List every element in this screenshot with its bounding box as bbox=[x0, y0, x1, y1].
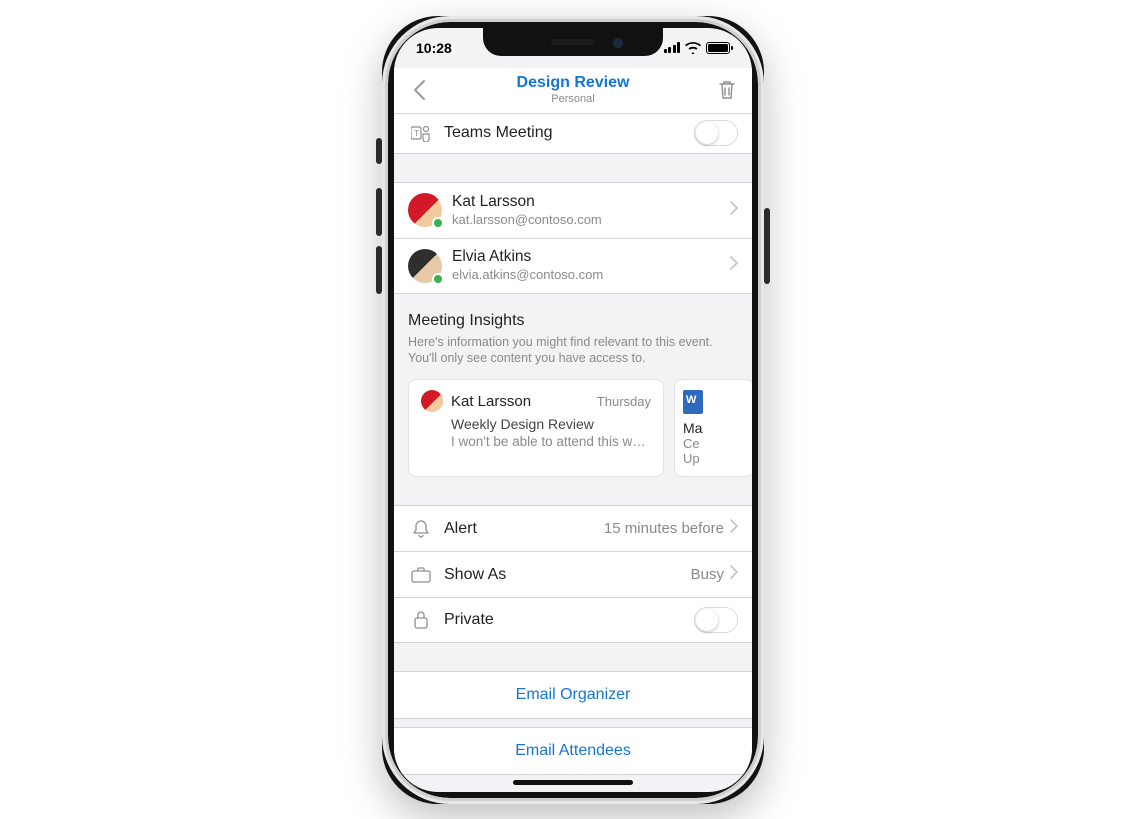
insight-document-card[interactable]: Ma Ce Up bbox=[674, 379, 752, 477]
power-button bbox=[764, 208, 770, 284]
attendee-email: kat.larsson@contoso.com bbox=[452, 212, 602, 228]
alert-row[interactable]: Alert 15 minutes before bbox=[394, 505, 752, 551]
header-title-block: Design Review Personal bbox=[517, 74, 630, 105]
insight-email-card[interactable]: Kat Larsson Thursday Weekly Design Revie… bbox=[408, 379, 664, 477]
avatar bbox=[408, 193, 442, 227]
teams-meeting-row: T Teams Meeting bbox=[394, 114, 752, 154]
chevron-right-icon bbox=[730, 256, 738, 275]
wifi-icon bbox=[685, 42, 701, 54]
attendee-row[interactable]: Kat Larsson kat.larsson@contoso.com bbox=[394, 182, 752, 238]
insights-section-header: Meeting Insights Here's information you … bbox=[394, 294, 752, 376]
content-scroll[interactable]: T Teams Meeting Kat Larsson kat.larsson@… bbox=[394, 114, 752, 792]
insight-preview: I won't be able to attend this w… bbox=[451, 434, 651, 449]
insights-cards[interactable]: Kat Larsson Thursday Weekly Design Revie… bbox=[394, 375, 752, 495]
insight-sender: Kat Larsson bbox=[451, 393, 589, 410]
presence-available-icon bbox=[432, 217, 444, 229]
svg-text:T: T bbox=[414, 129, 419, 138]
page-subtitle: Personal bbox=[517, 93, 630, 106]
insight-day: Thursday bbox=[597, 394, 651, 409]
email-organizer-button[interactable]: Email Organizer bbox=[394, 671, 752, 719]
insights-heading: Meeting Insights bbox=[408, 312, 738, 330]
briefcase-icon bbox=[408, 567, 434, 583]
spacer bbox=[394, 154, 752, 182]
avatar bbox=[421, 390, 443, 412]
spacer bbox=[394, 643, 752, 671]
insight-doc-line: Ce bbox=[683, 436, 745, 451]
show-as-row[interactable]: Show As Busy bbox=[394, 551, 752, 597]
volume-up-button bbox=[376, 188, 382, 236]
private-toggle[interactable] bbox=[694, 607, 738, 633]
lock-icon bbox=[408, 610, 434, 630]
mute-switch bbox=[376, 138, 382, 164]
insight-doc-title: Ma bbox=[683, 420, 745, 436]
word-document-icon bbox=[683, 390, 703, 414]
nav-header: Design Review Personal bbox=[394, 68, 752, 114]
show-as-label: Show As bbox=[444, 566, 506, 584]
insights-subheading: Here's information you might find releva… bbox=[408, 334, 738, 368]
insight-doc-line: Up bbox=[683, 451, 745, 466]
page-title: Design Review bbox=[517, 74, 630, 92]
teams-icon: T bbox=[408, 124, 434, 142]
chevron-left-icon bbox=[412, 79, 426, 101]
phone-device-frame: 10:28 Design Review Personal bbox=[382, 16, 764, 804]
teams-meeting-toggle[interactable] bbox=[694, 120, 738, 146]
delete-button[interactable] bbox=[710, 68, 744, 113]
teams-meeting-label: Teams Meeting bbox=[444, 124, 553, 142]
attendee-name: Elvia Atkins bbox=[452, 248, 603, 267]
insight-subject: Weekly Design Review bbox=[451, 416, 651, 432]
private-label: Private bbox=[444, 611, 494, 629]
attendee-row[interactable]: Elvia Atkins elvia.atkins@contoso.com bbox=[394, 238, 752, 294]
bell-icon bbox=[408, 519, 434, 539]
presence-available-icon bbox=[432, 273, 444, 285]
email-attendees-label: Email Attendees bbox=[515, 742, 631, 760]
home-indicator[interactable] bbox=[513, 780, 633, 785]
attendee-name: Kat Larsson bbox=[452, 193, 602, 212]
alert-value: 15 minutes before bbox=[604, 520, 724, 537]
chevron-right-icon bbox=[730, 519, 738, 538]
attendee-email: elvia.atkins@contoso.com bbox=[452, 267, 603, 283]
cellular-icon bbox=[664, 42, 681, 53]
notch bbox=[483, 28, 663, 56]
phone-screen: 10:28 Design Review Personal bbox=[394, 28, 752, 792]
private-row: Private bbox=[394, 597, 752, 643]
status-time: 10:28 bbox=[416, 40, 452, 56]
chevron-right-icon bbox=[730, 201, 738, 220]
spacer bbox=[394, 495, 752, 505]
back-button[interactable] bbox=[402, 68, 436, 113]
show-as-value: Busy bbox=[691, 566, 724, 583]
email-attendees-button[interactable]: Email Attendees bbox=[394, 727, 752, 775]
chevron-right-icon bbox=[730, 565, 738, 584]
trash-icon bbox=[718, 80, 736, 100]
avatar bbox=[408, 249, 442, 283]
status-icons bbox=[664, 42, 731, 54]
volume-down-button bbox=[376, 246, 382, 294]
alert-label: Alert bbox=[444, 520, 477, 538]
battery-icon bbox=[706, 42, 730, 54]
email-organizer-label: Email Organizer bbox=[516, 686, 631, 704]
spacer bbox=[394, 719, 752, 727]
